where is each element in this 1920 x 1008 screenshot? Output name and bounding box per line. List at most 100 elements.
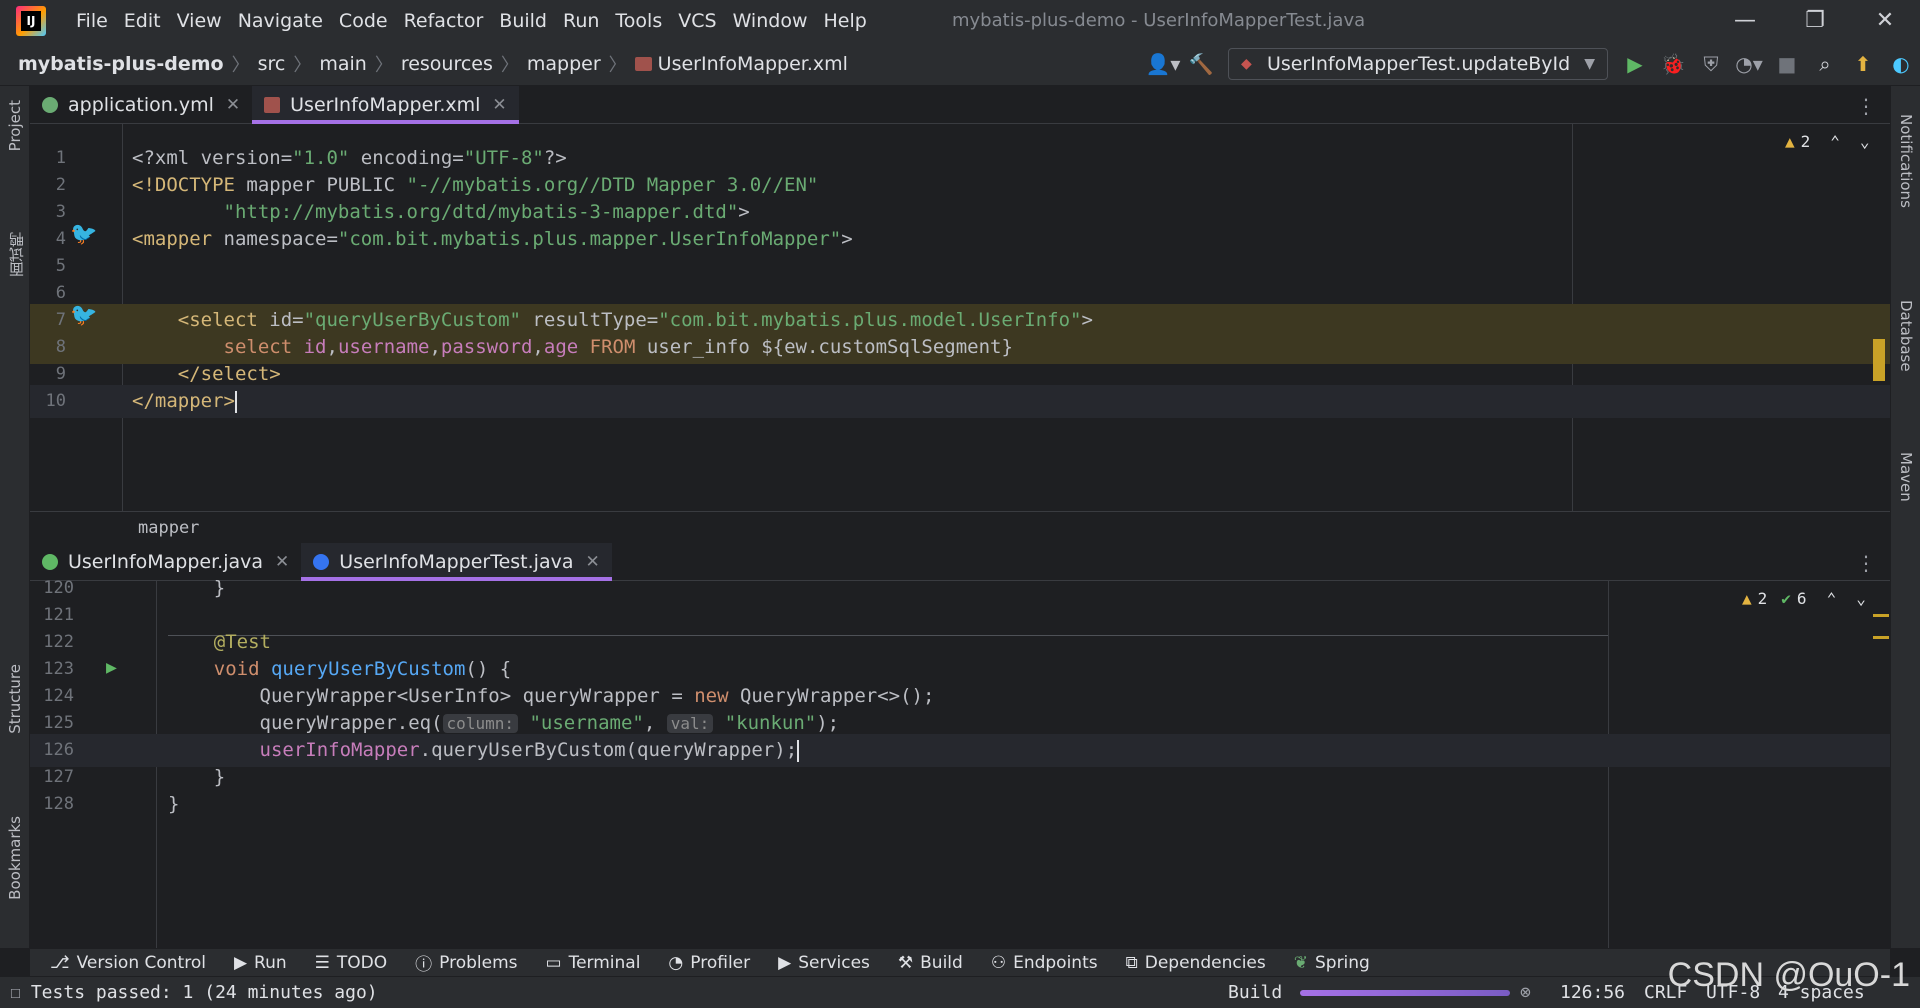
dependencies-button[interactable]: ⧉ Dependencies	[1126, 953, 1266, 973]
crumb-resources[interactable]: resources	[401, 53, 493, 75]
stop-icon[interactable]: ■	[1768, 42, 1806, 86]
status-message[interactable]: Tests passed: 1 (24 minutes ago)	[31, 982, 378, 1003]
java-editor-pane: UserInfoMapper.java ✕ UserInfoMapperTest.…	[30, 543, 1890, 948]
menu-code[interactable]: Code	[331, 0, 396, 42]
spring-button[interactable]: ❦ Spring	[1294, 953, 1370, 973]
maven-tool-button[interactable]: Maven	[1897, 452, 1915, 502]
navigation-bar: mybatis-plus-demo 〉 src 〉 main 〉 resources 〉…	[0, 42, 1920, 86]
plugin-icon[interactable]: ◐	[1882, 42, 1920, 86]
branch-icon: ⎇	[50, 952, 70, 973]
code-token: }	[168, 577, 226, 599]
menu-navigate[interactable]: Navigate	[230, 0, 331, 42]
tool-label: TODO	[336, 952, 388, 973]
code-token: ,	[326, 336, 338, 358]
tool-window-bar: ⎇ Version Control ▶ Run ☰ TODO ⓘ Problems ▭ T…	[30, 948, 1890, 976]
scroll-marker	[1873, 614, 1889, 617]
intellij-logo-icon[interactable]: IJ	[16, 6, 46, 36]
menu-edit[interactable]: Edit	[116, 0, 169, 42]
database-tool-button[interactable]: Database	[1897, 300, 1915, 372]
update-icon[interactable]: ⬆	[1844, 42, 1882, 86]
close-icon[interactable]: ✕	[492, 95, 506, 115]
mybatis-bird-icon[interactable]: 🐦	[70, 303, 97, 328]
menu-window[interactable]: Window	[725, 0, 816, 42]
menu-view[interactable]: View	[169, 0, 230, 42]
panel-toggle-icon[interactable]: ☐	[10, 982, 21, 1003]
code-text: }	[168, 788, 179, 821]
chevron-down-icon: ▼	[1584, 56, 1595, 72]
crumb-file[interactable]: UserInfoMapper.xml	[658, 53, 848, 75]
run-config-icon: ◆	[1240, 56, 1252, 72]
menu-refactor[interactable]: Refactor	[396, 0, 492, 42]
code-token: userInfoMapper	[168, 739, 420, 761]
code-line[interactable]: 10 </mapper>	[30, 385, 1890, 418]
caret-position[interactable]: 126:56	[1560, 982, 1625, 1003]
code-line[interactable]: 128}	[30, 788, 1890, 821]
code-token: <?xml version=	[132, 147, 293, 169]
close-icon[interactable]: ✕	[226, 95, 240, 115]
terminal-icon: ▭	[545, 952, 562, 973]
menu-tools[interactable]: Tools	[607, 0, 670, 42]
xml-structure-breadcrumb[interactable]: mapper	[30, 511, 1890, 543]
close-icon[interactable]: ✕	[585, 552, 599, 572]
endpoints-button[interactable]: ⚇ Endpoints	[991, 953, 1098, 973]
run-icon: ▶	[233, 952, 248, 973]
run-test-icon[interactable]: ▶	[106, 657, 117, 678]
crumb-src[interactable]: src	[258, 53, 286, 75]
version-control-button[interactable]: ⎇ Version Control	[50, 953, 206, 973]
notifications-tool-button[interactable]: Notifications	[1897, 114, 1915, 208]
code-token: user_info ${ew.customSqlSegment}	[646, 336, 1013, 358]
problems-button[interactable]: ⓘ Problems	[415, 950, 517, 976]
run-icon[interactable]: ▶	[1616, 42, 1654, 86]
menu-vcs[interactable]: VCS	[670, 0, 724, 42]
java-code-area[interactable]: ▲ 2 ✔ 6 ⌃ ⌄ 120 } 121 122 @Test 123 void queryUs…	[30, 577, 1890, 948]
crumb-main[interactable]: main	[319, 53, 366, 75]
tab-usermapper-xml[interactable]: UserInfoMapper.xml ✕	[252, 86, 519, 124]
services-button[interactable]: ▶ Services	[778, 953, 870, 973]
code-token: "-//mybatis.org//DTD Mapper 3.0//EN"	[406, 174, 819, 196]
bookmarks-tool-button[interactable]: Bookmarks	[6, 816, 24, 900]
tool-label: Spring	[1314, 952, 1370, 973]
coverage-icon[interactable]: ⛨	[1692, 42, 1730, 86]
run-configuration-select[interactable]: ◆ UserInfoMapperTest.updateById ▼	[1227, 48, 1608, 80]
build-hammer-icon[interactable]: 🔨	[1182, 42, 1220, 86]
hammer-icon: ⚒	[897, 952, 914, 973]
user-icon[interactable]: 👤▾	[1144, 42, 1182, 86]
project-tool-button[interactable]: Project	[6, 100, 24, 151]
tab-label: UserInfoMapper.java	[68, 550, 264, 573]
debug-icon[interactable]: 🐞	[1654, 42, 1692, 86]
search-icon[interactable]: ⌕	[1806, 42, 1844, 86]
crumb-mapper[interactable]: mapper	[527, 53, 601, 75]
text-caret	[234, 390, 237, 413]
code-token: "http://mybatis.org/dtd/mybatis-3-mapper…	[132, 201, 739, 223]
menu-run[interactable]: Run	[555, 0, 607, 42]
build-button[interactable]: ⚒ Build	[898, 953, 963, 973]
close-button[interactable]: ✕	[1850, 0, 1920, 42]
code-token: ,	[643, 712, 667, 734]
crumb-project[interactable]: mybatis-plus-demo	[18, 53, 224, 75]
code-token: "kunkun"	[724, 712, 817, 734]
crumb-separator: 〉	[231, 54, 250, 76]
plugin-tool-button[interactable]: 面试鸭	[6, 232, 27, 277]
menu-help[interactable]: Help	[815, 0, 874, 42]
tab-application-yml[interactable]: application.yml ✕	[30, 86, 252, 123]
parameter-hint: val:	[666, 714, 714, 733]
left-tool-stripe: Project 面试鸭 Structure Bookmarks	[0, 86, 30, 948]
restore-button[interactable]: ❐	[1780, 0, 1850, 42]
profiler-icon[interactable]: ◔▾	[1730, 42, 1768, 86]
menu-file[interactable]: File	[68, 0, 116, 42]
xml-code-area[interactable]: ▲ 2 ⌃ ⌄ 1 <?xml version="1.0" encoding="UTF-…	[30, 124, 1890, 511]
minimize-button[interactable]: —	[1710, 0, 1780, 42]
more-icon[interactable]: ⋮	[1856, 94, 1876, 118]
profiler-button[interactable]: ◔ Profiler	[668, 953, 750, 973]
structure-tool-button[interactable]: Structure	[6, 664, 24, 734]
todo-button[interactable]: ☰ TODO	[315, 953, 388, 973]
terminal-button[interactable]: ▭ Terminal	[546, 953, 641, 973]
run-button[interactable]: ▶ Run	[234, 953, 287, 973]
mybatis-bird-icon[interactable]: 🐦	[70, 222, 97, 247]
menu-build[interactable]: Build	[491, 0, 555, 42]
tool-label: Run	[254, 952, 287, 973]
build-status-label[interactable]: Build	[1228, 982, 1282, 1003]
cancel-icon[interactable]: ⊗	[1520, 982, 1531, 1003]
code-token: );	[816, 712, 840, 734]
close-icon[interactable]: ✕	[275, 552, 289, 572]
